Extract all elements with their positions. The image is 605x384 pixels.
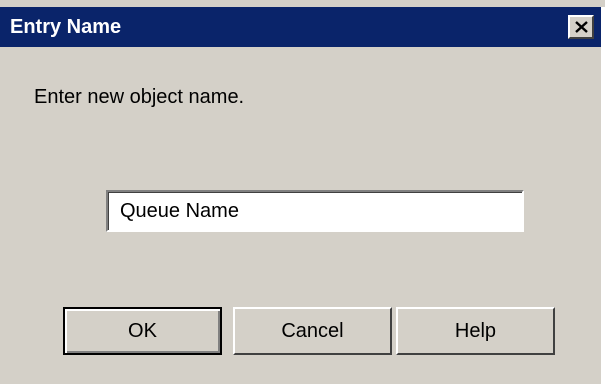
dialog-title: Entry Name bbox=[10, 16, 122, 38]
window-edge bbox=[601, 7, 605, 384]
close-button[interactable] bbox=[568, 15, 594, 39]
ok-button[interactable]: OK bbox=[63, 307, 222, 355]
object-name-input[interactable] bbox=[106, 190, 524, 232]
prompt-label: Enter new object name. bbox=[34, 86, 245, 108]
entry-name-dialog: Entry Name Enter new object name. OK Can… bbox=[0, 0, 605, 384]
close-icon bbox=[575, 21, 588, 33]
cancel-button[interactable]: Cancel bbox=[233, 307, 392, 355]
title-bar: Entry Name bbox=[0, 7, 601, 47]
help-button[interactable]: Help bbox=[396, 307, 555, 355]
